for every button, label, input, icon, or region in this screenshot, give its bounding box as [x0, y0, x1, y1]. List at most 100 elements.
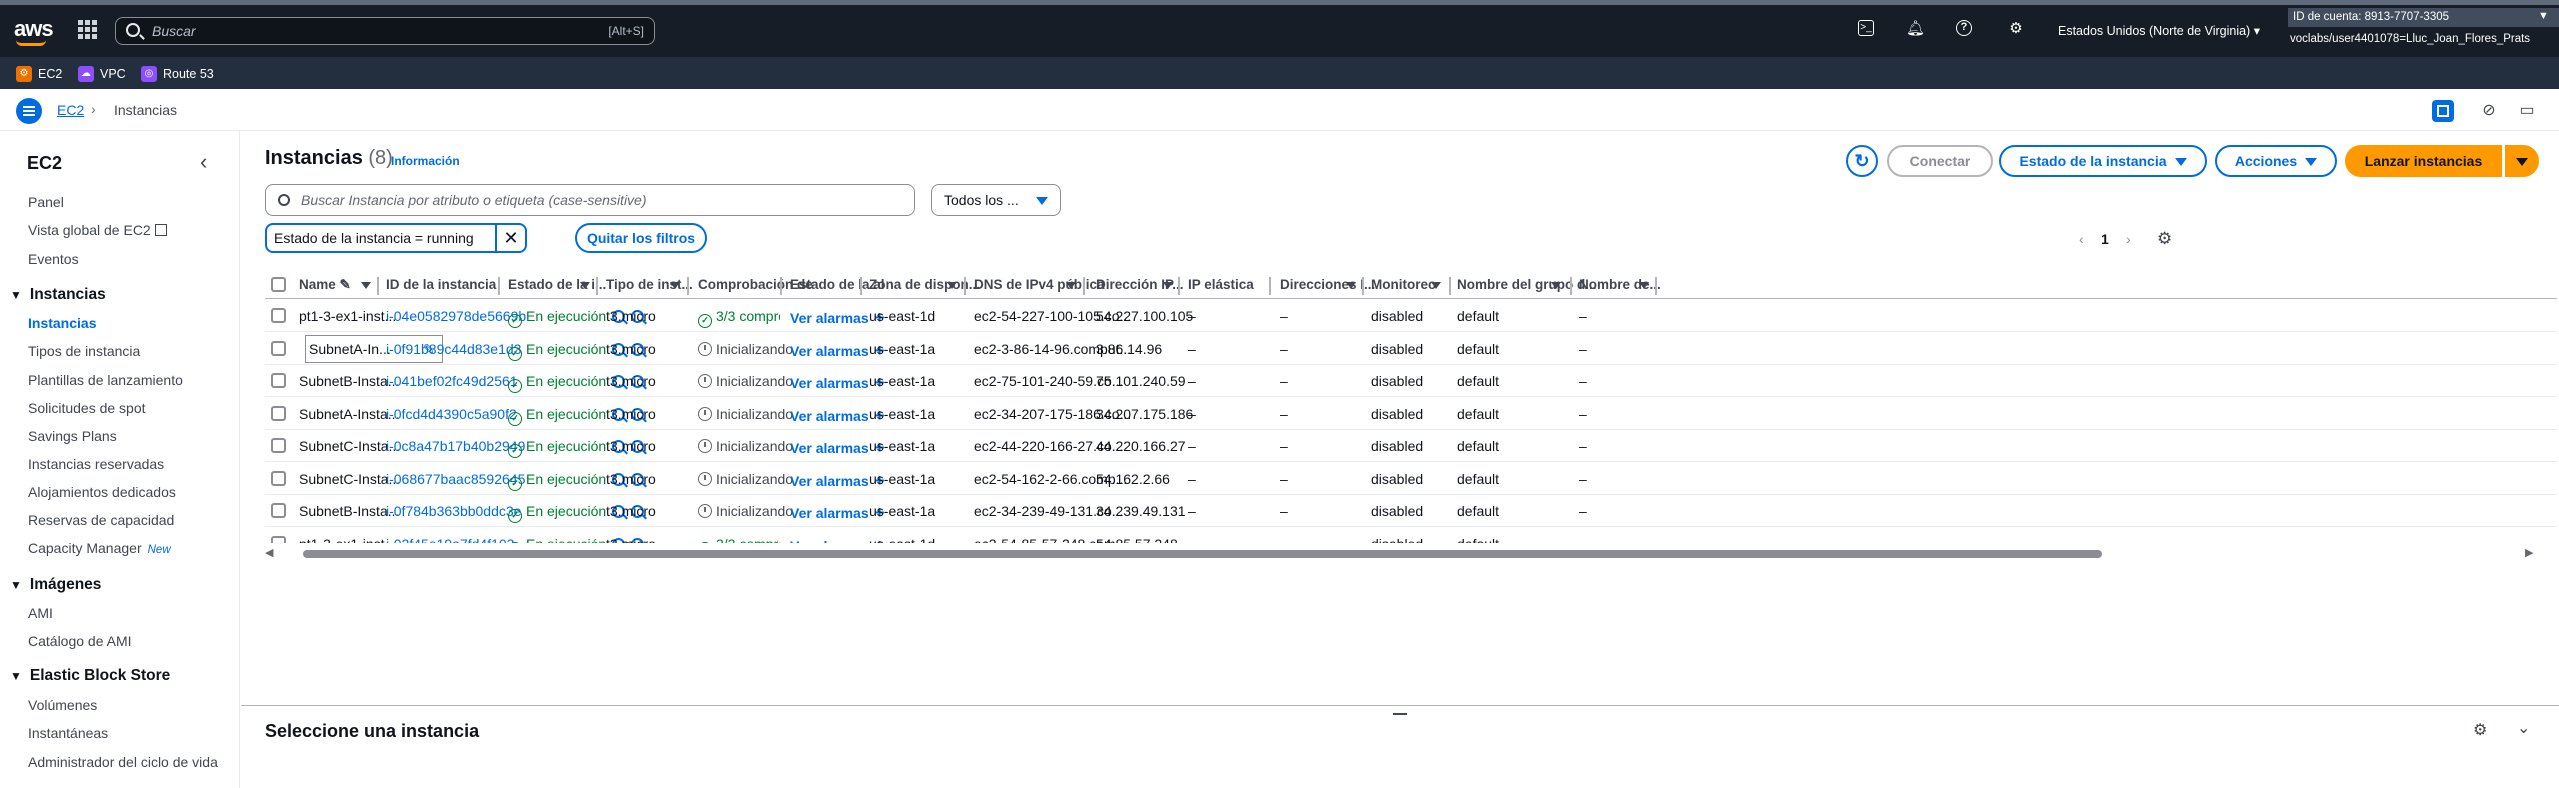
global-search-input[interactable]: Buscar [Alt+S]	[115, 17, 655, 45]
instance-state-button[interactable]: Estado de la instancia	[1999, 145, 2207, 177]
sort-caret-icon[interactable]	[580, 282, 590, 289]
column-divider[interactable]	[1083, 277, 1085, 295]
sidebar-item-spot-requests[interactable]: Solicitudes de spot	[28, 400, 146, 416]
region-selector[interactable]: Estados Unidos (Norte de Virginia) ▾	[2058, 23, 2260, 38]
launch-dropdown-button[interactable]	[2505, 145, 2539, 177]
table-row[interactable]: SubnetB-Insta... i-0f784b363bb0ddc3e ✓ En e…	[265, 495, 2557, 527]
table-row[interactable]: pt1-3-ex1-inst...i-02f45e19a7fd4f103✓En …	[265, 528, 2557, 544]
column-divider[interactable]	[498, 277, 500, 295]
sort-caret-icon[interactable]	[1066, 282, 1076, 289]
column-divider[interactable]	[1362, 277, 1364, 295]
bell-icon[interactable]: 🔔︎	[1906, 20, 1925, 38]
sidebar-item-capacity-reservations[interactable]: Reservas de capacidad	[28, 512, 174, 528]
cell-instance-id-link[interactable]: i-068677baac8592645	[386, 471, 525, 487]
sidebar-item-events[interactable]: Eventos	[28, 251, 79, 267]
sort-caret-icon[interactable]	[947, 282, 957, 289]
cell-instance-id-link[interactable]: i-02f45e19a7fd4f103	[386, 536, 514, 544]
cell-instance-id-link[interactable]: i-0f91b89c44d83e1d3	[386, 341, 521, 357]
sort-caret-icon[interactable]	[1639, 282, 1649, 289]
sidebar-item-instance-types[interactable]: Tipos de instancia	[28, 343, 140, 359]
column-divider[interactable]	[860, 277, 862, 295]
cell-name[interactable]: SubnetA-In...	[309, 341, 391, 357]
scrollbar-thumb[interactable]	[303, 550, 2102, 558]
favorite-ec2[interactable]: ⚙ EC2	[16, 65, 62, 83]
connect-button[interactable]: Conectar	[1887, 145, 1993, 177]
sidebar-item-global-view[interactable]: Vista global de EC2	[28, 222, 167, 238]
column-divider[interactable]	[1269, 277, 1271, 295]
state-filter-select[interactable]: Todos los ...	[931, 184, 1061, 216]
col-instance-id[interactable]: ID de la instancia	[386, 277, 496, 292]
sidebar-item-ami[interactable]: AMI	[28, 605, 53, 621]
cell-instance-id-link[interactable]: i-041bef02fc49d2561	[386, 373, 518, 389]
sidebar-item-dedicated-hosts[interactable]: Alojamientos dedicados	[28, 484, 176, 500]
row-checkbox[interactable]	[271, 340, 286, 356]
sort-caret-icon[interactable]	[1163, 282, 1173, 289]
select-all-checkbox[interactable]	[271, 277, 286, 292]
sidebar-section-images[interactable]: ▼ Imágenes	[10, 576, 101, 594]
sidebar-item-capacity-manager[interactable]: Capacity Manager New	[28, 540, 171, 556]
prev-page-icon[interactable]: ‹	[2079, 231, 2084, 247]
sort-caret-icon[interactable]	[670, 282, 680, 289]
col-security-group[interactable]: Nombre del grupo d...	[1457, 277, 1597, 292]
cell-instance-id-link[interactable]: i-0c8a47b17b40b2949	[386, 438, 525, 454]
sidebar-item-launch-templates[interactable]: Plantillas de lanzamiento	[28, 372, 183, 388]
table-settings-gear-icon[interactable]: ⚙	[2157, 229, 2172, 249]
sidebar-item-savings-plans[interactable]: Savings Plans	[28, 428, 117, 444]
details-gear-icon[interactable]: ⚙	[2473, 720, 2487, 740]
chevron-down-icon[interactable]: ⌄	[2517, 718, 2530, 738]
launch-instances-button[interactable]: Lanzar instancias	[2345, 145, 2502, 177]
column-divider[interactable]	[1178, 277, 1180, 295]
remove-filter-close-icon[interactable]: ✕	[495, 225, 525, 251]
cell-instance-id-link[interactable]: i-04e0582978de5669b	[386, 308, 526, 324]
horizontal-scrollbar[interactable]	[265, 548, 2557, 560]
row-checkbox[interactable]	[271, 503, 286, 518]
table-row[interactable]: pt1-3-ex1-inst... i-04e0582978de5669b ✓ En …	[265, 300, 2557, 332]
row-checkbox[interactable]	[271, 470, 286, 486]
column-divider[interactable]	[377, 277, 379, 295]
refresh-button[interactable]: ↻	[1846, 145, 1878, 177]
favorite-route53[interactable]: ◎ Route 53	[141, 65, 214, 83]
clock-settings-icon[interactable]: ⊘	[2478, 100, 2500, 122]
col-name[interactable]: Name ✎	[299, 277, 351, 293]
row-checkbox[interactable]	[271, 308, 286, 323]
table-row[interactable]: SubnetA-In... ✎ i-0f91b89c44d83e1d3 ✓ En eje…	[265, 333, 2557, 365]
next-page-icon[interactable]: ›	[2126, 231, 2131, 247]
panel-layout-icon[interactable]	[2432, 100, 2454, 122]
breadcrumb-ec2-link[interactable]: EC2	[57, 102, 84, 118]
sort-caret-icon[interactable]	[1431, 282, 1441, 289]
row-checkbox[interactable]	[271, 373, 286, 388]
column-divider[interactable]	[1570, 277, 1572, 295]
info-link[interactable]: Información	[391, 154, 460, 168]
col-ipv6[interactable]: Direcciones I...	[1280, 277, 1375, 292]
sort-caret-icon[interactable]	[1551, 282, 1561, 289]
scroll-right-icon[interactable]: ▶	[2525, 546, 2533, 559]
resize-handle[interactable]	[1393, 713, 1407, 715]
sort-caret-icon[interactable]	[1346, 282, 1356, 289]
page-number[interactable]: 1	[2101, 231, 2109, 247]
sidebar-item-reserved-instances[interactable]: Instancias reservadas	[28, 456, 164, 472]
table-row[interactable]: SubnetC-Insta... i-068677baac8592645 ✓ En e…	[265, 463, 2557, 495]
sidebar-item-snapshots[interactable]: Instantáneas	[28, 725, 108, 741]
actions-button[interactable]: Acciones	[2215, 145, 2337, 177]
side-menu-toggle-button[interactable]	[16, 98, 42, 124]
help-icon[interactable]: ?	[1956, 20, 1972, 36]
column-divider[interactable]	[596, 277, 598, 295]
aws-logo[interactable]: aws	[14, 16, 54, 42]
sidebar-section-ebs[interactable]: ▼ Elastic Block Store	[10, 667, 170, 685]
sidebar-item-panel[interactable]: Panel	[28, 194, 64, 210]
column-divider[interactable]	[780, 277, 782, 295]
table-row[interactable]: SubnetA-Insta... i-0fcd4d4390c5a90f2 ✓ En e…	[265, 398, 2557, 430]
col-monitoring[interactable]: Monitoreo	[1371, 277, 1436, 292]
col-state[interactable]: Estado de la i...	[508, 277, 606, 292]
column-divider[interactable]	[1449, 277, 1451, 295]
sidebar-section-instances[interactable]: ▼ Instancias	[10, 286, 106, 304]
cell-instance-id-link[interactable]: i-0f784b363bb0ddc3e	[386, 503, 521, 519]
sidebar-item-volumes[interactable]: Volúmenes	[28, 697, 97, 713]
clear-filters-button[interactable]: Quitar los filtros	[575, 223, 707, 253]
gear-icon[interactable]: ⚙	[2007, 20, 2025, 38]
table-row[interactable]: SubnetB-Insta... i-041bef02fc49d2561 ✓ En e…	[265, 365, 2557, 397]
services-grid-icon[interactable]	[78, 20, 98, 40]
account-user[interactable]: voclabs/user4401078=Lluc_Joan_Flores_Pra…	[2290, 33, 2530, 45]
cloudshell-icon[interactable]: >_	[1858, 20, 1874, 36]
sort-caret-icon[interactable]	[361, 282, 371, 289]
